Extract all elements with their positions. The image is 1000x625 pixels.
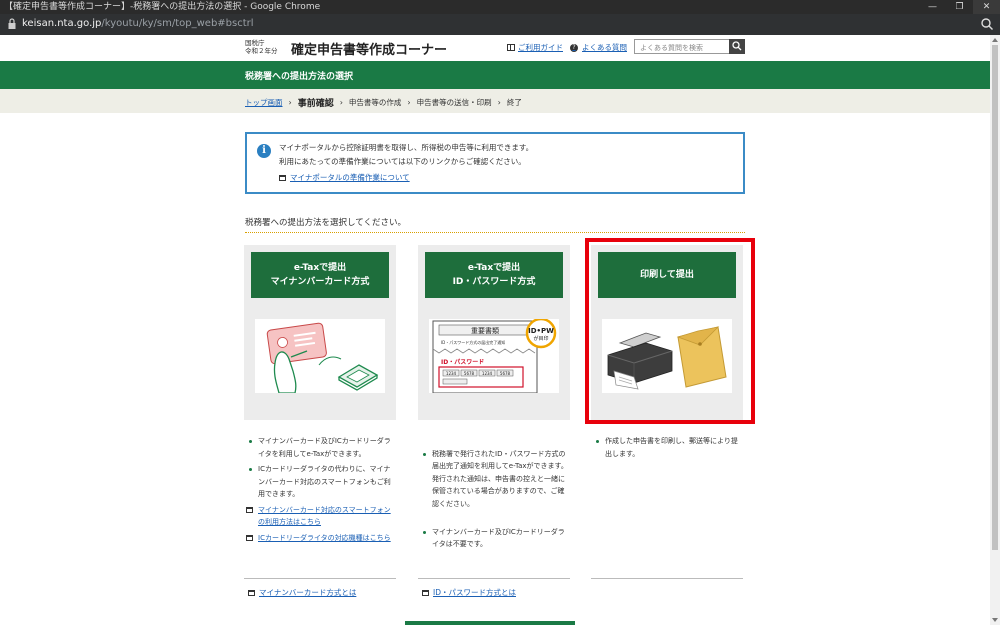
badge-line2: が目印 xyxy=(533,335,548,342)
mynaportal-prep-link[interactable]: マイナポータルの準備作業について xyxy=(279,172,410,183)
card-title-line1: e-Taxで提出 xyxy=(467,263,521,273)
book-icon xyxy=(507,44,515,51)
list-item: マイナンバーカード及びICカードリーダライタは不要です。 xyxy=(420,526,570,551)
id-password-option[interactable]: e-Taxで提出 ID・パスワード方式 重要書類 ID・パスワード方式の届出完了… xyxy=(418,245,570,420)
card-reader-icon xyxy=(266,322,379,393)
card-title-line2: マイナンバーカード方式 xyxy=(270,277,370,287)
site-title[interactable]: 確定申告書等作成コーナー xyxy=(291,39,447,58)
external-window-icon xyxy=(246,534,253,541)
external-window-icon xyxy=(422,589,429,596)
doc-pw-label: ID・パスワード xyxy=(441,358,484,366)
faq-link[interactable]: ? よくある質問 xyxy=(570,42,627,53)
question-icon: ? xyxy=(570,43,578,52)
card-title-line2: ID・パスワード方式 xyxy=(452,277,536,287)
breadcrumb: トップ画面 › 事前確認 › 申告書等の作成 › 申告書等の送信・印刷 › 終了 xyxy=(0,89,990,113)
lock-icon xyxy=(8,18,16,29)
doc-code: 5678 xyxy=(500,371,511,376)
mynumber-method-about-link[interactable]: マイナンバーカード方式とは xyxy=(248,587,356,598)
agency-name: 国税庁 xyxy=(245,39,265,47)
scrollbar-thumb[interactable] xyxy=(992,45,998,550)
window-title: 【確定申告書等作成コーナー】-税務署への提出方法の選択 - Google Chr… xyxy=(4,2,321,12)
breadcrumb-step: 申告書等の送信・印刷 xyxy=(416,98,492,107)
user-guide-label: ご利用ガイド xyxy=(518,43,563,52)
mynaportal-prep-label: マイナポータルの準備作業について xyxy=(290,173,410,182)
browser-title-bar: 【確定申告書等作成コーナー】-税務署への提出方法の選択 - Google Chr… xyxy=(0,0,1000,14)
site-header: 国税庁 令和２年分 確定申告書等作成コーナー ご利用ガイド ? よくある質問 よ… xyxy=(0,35,990,61)
breadcrumb-step: 申告書等の作成 xyxy=(348,98,402,107)
zoom-icon[interactable] xyxy=(980,17,994,31)
external-window-icon xyxy=(279,174,286,181)
doc-subtitle: ID・パスワード方式の届出完了通知 xyxy=(441,339,505,345)
breadcrumb-separator-icon: › xyxy=(407,98,411,107)
divider xyxy=(418,578,570,579)
doc-code: 5678 xyxy=(464,371,475,376)
agency-label: 国税庁 令和２年分 xyxy=(245,39,278,55)
external-window-icon xyxy=(248,589,255,596)
page-content: 国税庁 令和２年分 確定申告書等作成コーナー ご利用ガイド ? よくある質問 よ… xyxy=(0,35,990,625)
divider xyxy=(244,578,396,579)
breadcrumb-separator-icon: › xyxy=(288,98,292,107)
breadcrumb-step: 終了 xyxy=(506,98,522,107)
smartphone-usage-label: マイナンバーカード対応のスマートフォンの利用方法はこちら xyxy=(258,505,391,527)
info-text-line1: マイナポータルから控除証明書を取得し、所得税の申告等に利用できます。 xyxy=(279,143,534,152)
smartphone-usage-link[interactable]: マイナンバーカード対応のスマートフォンの利用方法はこちら xyxy=(246,504,394,529)
mynumber-card-option-title[interactable]: e-Taxで提出 マイナンバーカード方式 xyxy=(251,252,389,298)
doc-code: 1234 xyxy=(446,371,457,376)
badge-line1: ID•PW xyxy=(528,327,554,335)
url-host: keisan.nta.go.jp xyxy=(22,18,102,29)
breadcrumb-items: トップ画面 › 事前確認 › 申告書等の作成 › 申告書等の送信・印刷 › 終了 xyxy=(245,96,522,109)
search-icon xyxy=(732,41,742,51)
info-notice: i マイナポータルから控除証明書を取得し、所得税の申告等に利用できます。 利用に… xyxy=(245,132,745,194)
breadcrumb-top-link[interactable]: トップ画面 xyxy=(245,97,283,108)
mynumber-card-option[interactable]: e-Taxで提出 マイナンバーカード方式 xyxy=(244,245,396,420)
id-password-about-link[interactable]: ID・パスワード方式とは xyxy=(422,587,516,598)
selection-highlight xyxy=(585,238,755,424)
divider xyxy=(245,232,745,233)
list-item: 税務署で発行されたID・パスワード方式の届出完了通知を利用してe-Taxができま… xyxy=(420,448,570,511)
page-scrollbar[interactable] xyxy=(990,35,1000,625)
faq-label: よくある質問 xyxy=(582,43,627,52)
next-button-edge[interactable] xyxy=(405,621,575,625)
tax-year: 令和２年分 xyxy=(245,47,278,55)
breadcrumb-separator-icon: › xyxy=(497,98,501,107)
scroll-up-icon[interactable] xyxy=(992,38,998,42)
info-icon: i xyxy=(257,144,271,158)
address-bar[interactable]: keisan.nta.go.jp/kyoutu/ky/sm/top_web#bs… xyxy=(0,14,1000,35)
card-reader-illustration xyxy=(255,319,385,393)
id-password-description: 税務署で発行されたID・パスワード方式の届出完了通知を利用してe-Taxができま… xyxy=(420,435,570,566)
page-heading-bar: 税務署への提出方法の選択 xyxy=(0,61,990,89)
id-password-option-title[interactable]: e-Taxで提出 ID・パスワード方式 xyxy=(425,252,563,298)
print-description: 作成した申告書を印刷し、郵送等により提出します。 xyxy=(593,435,743,463)
card-title-line1: e-Taxで提出 xyxy=(293,263,347,273)
mynumber-method-about-label: マイナンバーカード方式とは xyxy=(259,588,357,597)
search-button[interactable] xyxy=(729,39,745,54)
list-item: マイナンバーカード及びICカードリーダライタを利用してe-Taxができます。 xyxy=(246,435,394,460)
doc-heading: 重要書類 xyxy=(471,326,499,335)
restore-icon[interactable]: ❐ xyxy=(946,0,973,14)
id-password-document-icon: 重要書類 ID・パスワード方式の届出完了通知 ID・パスワード 1234 567… xyxy=(432,319,557,393)
user-guide-link[interactable]: ご利用ガイド xyxy=(507,42,563,53)
id-password-about-label: ID・パスワード方式とは xyxy=(433,588,516,597)
external-window-icon xyxy=(246,506,253,513)
selection-prompt: 税務署への提出方法を選択してください。 xyxy=(245,218,406,228)
doc-code: 1234 xyxy=(482,371,493,376)
mynumber-card-description: マイナンバーカード及びICカードリーダライタを利用してe-Taxができます。 I… xyxy=(246,435,394,547)
id-password-notice-illustration: 重要書類 ID・パスワード方式の届出完了通知 ID・パスワード 1234 567… xyxy=(429,319,559,393)
breadcrumb-current: 事前確認 xyxy=(297,99,334,109)
card-reader-models-label: ICカードリーダライタの対応機種はこちら xyxy=(258,533,391,542)
minimize-icon[interactable]: — xyxy=(919,0,946,14)
faq-search-input[interactable]: よくある質問を検索 xyxy=(634,39,730,54)
page-heading: 税務署への提出方法の選択 xyxy=(245,72,354,82)
card-reader-models-link[interactable]: ICカードリーダライタの対応機種はこちら xyxy=(246,532,394,545)
scroll-down-icon[interactable] xyxy=(992,618,998,622)
breadcrumb-separator-icon: › xyxy=(339,98,343,107)
window-controls: — ❐ ✕ xyxy=(919,0,1000,14)
url-text[interactable]: keisan.nta.go.jp/kyoutu/ky/sm/top_web#bs… xyxy=(22,18,254,29)
list-item: 作成した申告書を印刷し、郵送等により提出します。 xyxy=(593,435,743,460)
divider xyxy=(591,578,743,579)
url-path: /kyoutu/ky/sm/top_web#bsctrl xyxy=(101,18,254,29)
info-text-line2: 利用にあたっての準備作業については以下のリンクからご確認ください。 xyxy=(279,157,526,166)
close-icon[interactable]: ✕ xyxy=(973,0,1000,14)
list-item: ICカードリーダライタの代わりに、マイナンバーカード対応のスマートフォンもご利用… xyxy=(246,463,394,501)
